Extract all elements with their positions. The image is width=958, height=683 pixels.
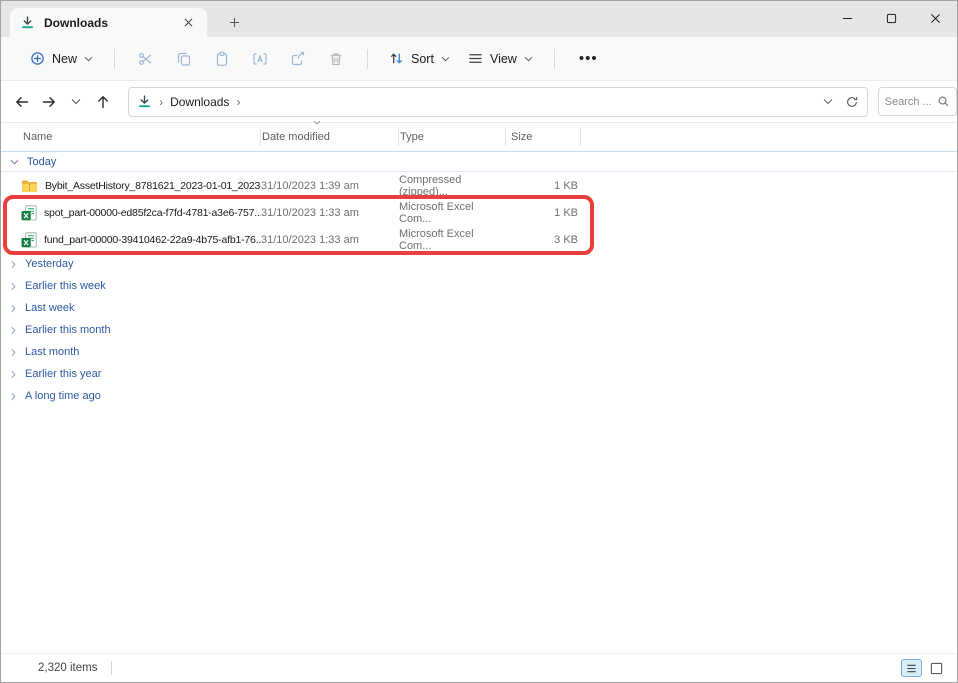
view-button[interactable]: View	[459, 43, 542, 75]
file-explorer-window: Downloads New	[0, 0, 958, 683]
address-dropdown-chevron-icon[interactable]	[823, 98, 833, 105]
maximize-icon[interactable]	[869, 1, 913, 35]
zip-folder-icon	[21, 179, 38, 193]
column-header-type[interactable]: Type	[399, 128, 506, 146]
toolbar-divider	[367, 49, 368, 69]
up-icon[interactable]	[89, 88, 116, 116]
downloads-icon	[20, 15, 35, 30]
file-size: 1 KB	[506, 180, 578, 192]
file-list: Today Bybit_AssetHistory_8781621_2023-01…	[1, 151, 957, 407]
chevron-down-icon	[10, 159, 19, 165]
toolbar-divider	[554, 49, 555, 69]
forward-icon[interactable]	[36, 88, 63, 116]
list-lines-icon	[468, 51, 483, 66]
sort-button[interactable]: Sort	[380, 43, 459, 75]
status-divider	[111, 661, 112, 675]
chevron-right-icon	[11, 282, 16, 291]
column-header-name[interactable]: Name	[21, 128, 261, 146]
search-box[interactable]	[878, 87, 957, 116]
minimize-icon[interactable]	[825, 1, 869, 35]
cut-icon[interactable]	[127, 43, 165, 75]
group-header-a-long-time-ago[interactable]: A long time ago	[1, 385, 957, 407]
column-headers: Name Date modified Type Size	[1, 123, 957, 151]
file-row-zip[interactable]: Bybit_AssetHistory_8781621_2023-01-01_20…	[1, 172, 957, 199]
address-bar[interactable]: › Downloads ›	[128, 87, 868, 117]
downloads-icon	[137, 94, 152, 109]
excel-csv-icon	[21, 232, 37, 248]
copy-icon[interactable]	[165, 43, 203, 75]
file-size: 1 KB	[506, 207, 578, 219]
chevron-down-icon	[441, 56, 450, 62]
file-type: Microsoft Excel Com...	[399, 228, 506, 252]
chevron-down-icon	[84, 56, 93, 62]
recent-locations-chevron-icon[interactable]	[63, 88, 90, 116]
window-controls	[825, 1, 957, 37]
chevron-right-icon	[11, 304, 16, 313]
close-window-icon[interactable]	[913, 1, 957, 35]
view-button-label: View	[490, 52, 517, 66]
file-type: Compressed (zipped)...	[399, 174, 506, 198]
delete-icon[interactable]	[317, 43, 355, 75]
search-input[interactable]	[885, 96, 937, 108]
close-tab-icon[interactable]	[179, 14, 197, 32]
column-header-size[interactable]: Size	[506, 128, 581, 146]
chevron-right-icon	[11, 370, 16, 379]
plus-circle-icon	[30, 51, 45, 66]
file-size: 3 KB	[506, 234, 578, 246]
search-icon	[937, 95, 950, 108]
group-header-earlier-this-month[interactable]: Earlier this month	[1, 319, 957, 341]
item-count: 2,320 items	[38, 662, 97, 674]
chevron-right-icon	[11, 326, 16, 335]
sort-arrows-icon	[389, 51, 404, 66]
file-row-spot-csv[interactable]: spot_part-00000-ed85f2ca-f7fd-4781-a3e6-…	[1, 199, 957, 226]
new-button[interactable]: New	[21, 43, 102, 75]
refresh-icon[interactable]	[845, 95, 859, 109]
group-header-today[interactable]: Today	[1, 151, 957, 172]
breadcrumb-separator: ›	[159, 95, 163, 109]
file-name: spot_part-00000-ed85f2ca-f7fd-4781-a3e6-…	[44, 207, 261, 219]
sort-button-label: Sort	[411, 52, 434, 66]
chevron-right-icon	[11, 392, 16, 401]
tab-downloads[interactable]: Downloads	[10, 8, 207, 37]
column-header-date-modified[interactable]: Date modified	[261, 128, 399, 146]
breadcrumb-downloads[interactable]: Downloads	[170, 95, 229, 109]
file-type: Microsoft Excel Com...	[399, 201, 506, 225]
chevron-right-icon	[11, 348, 16, 357]
breadcrumb-separator: ›	[236, 95, 240, 109]
more-options-icon[interactable]: •••	[567, 50, 610, 67]
details-view-icon[interactable]	[901, 659, 922, 677]
paste-icon[interactable]	[203, 43, 241, 75]
address-row: › Downloads ›	[1, 81, 957, 123]
large-thumbnails-view-icon[interactable]	[928, 660, 945, 677]
chevron-right-icon	[11, 260, 16, 269]
share-icon[interactable]	[279, 43, 317, 75]
status-bar: 2,320 items	[1, 653, 957, 682]
tab-bar: Downloads	[1, 1, 957, 37]
file-date: 31/10/2023 1:39 am	[261, 180, 399, 192]
chevron-down-icon	[524, 56, 533, 62]
tab-label: Downloads	[44, 16, 170, 30]
command-bar: New Sort	[1, 37, 957, 81]
file-date: 31/10/2023 1:33 am	[261, 234, 399, 246]
rename-icon[interactable]	[241, 43, 279, 75]
file-date: 31/10/2023 1:33 am	[261, 207, 399, 219]
group-header-last-month[interactable]: Last month	[1, 341, 957, 363]
new-button-label: New	[52, 52, 77, 66]
new-tab-icon[interactable]	[221, 9, 247, 35]
excel-csv-icon	[21, 205, 37, 221]
file-name: fund_part-00000-39410462-22a9-4b75-afb1-…	[44, 234, 261, 246]
group-header-last-week[interactable]: Last week	[1, 297, 957, 319]
file-row-fund-csv[interactable]: fund_part-00000-39410462-22a9-4b75-afb1-…	[1, 226, 957, 253]
group-header-yesterday[interactable]: Yesterday	[1, 253, 957, 275]
group-header-earlier-this-week[interactable]: Earlier this week	[1, 275, 957, 297]
sort-indicator-chevron-icon	[313, 120, 321, 125]
file-name: Bybit_AssetHistory_8781621_2023-01-01_20…	[45, 180, 261, 192]
back-icon[interactable]	[9, 88, 36, 116]
group-header-earlier-this-year[interactable]: Earlier this year	[1, 363, 957, 385]
toolbar-divider	[114, 49, 115, 69]
